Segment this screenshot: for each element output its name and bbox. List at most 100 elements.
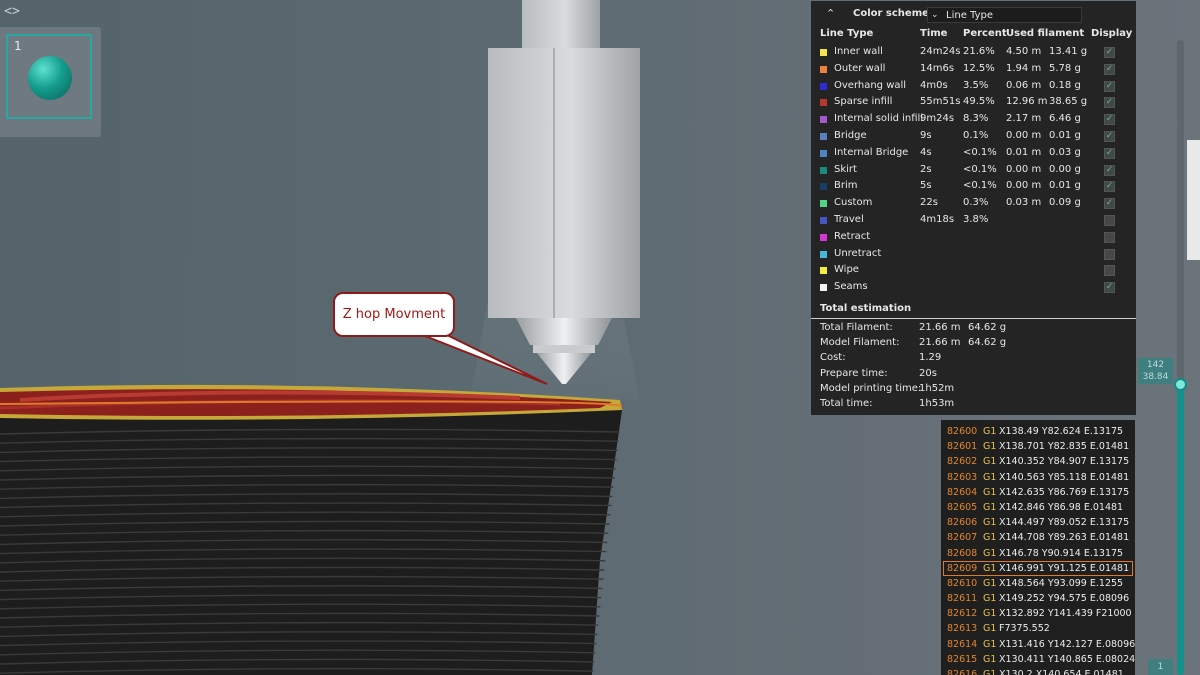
legend-rows: Inner wall 24m24s 21.6% 4.50 m 13.41 g ✓ Outer… xyxy=(811,44,1136,296)
gcode-line-number: 82603 xyxy=(947,471,978,483)
line-type-name: Sparse infill xyxy=(834,96,893,108)
color-scheme-dropdown[interactable]: ⌄ Line Type xyxy=(927,7,1082,23)
gcode-line[interactable]: 82610 G1 X148.564 Y93.099 E.1255 xyxy=(941,576,1135,591)
display-checkbox[interactable]: ✓ xyxy=(1104,248,1115,260)
line-type-percent: 49.5% xyxy=(963,96,995,108)
color-scheme-label: Color scheme xyxy=(853,8,929,19)
filament-weight: 38.65 g xyxy=(1049,96,1088,108)
display-checkbox[interactable]: ✓ xyxy=(1104,114,1115,126)
line-type-time: 4s xyxy=(920,146,932,158)
line-type-percent: 12.5% xyxy=(963,62,995,74)
gcode-line[interactable]: 82600 G1 X138.49 Y82.624 E.13175 xyxy=(941,424,1135,439)
layer-slider-track[interactable] xyxy=(1177,40,1184,385)
color-swatch xyxy=(820,132,827,140)
gcode-line[interactable]: 82602 G1 X140.352 Y84.907 E.13175 xyxy=(941,454,1135,469)
gcode-line[interactable]: 82611 G1 X149.252 Y94.575 E.08096 xyxy=(941,591,1135,606)
top-layer-label: 142 38.84 xyxy=(1138,358,1173,384)
double-chevron-up-icon[interactable]: ⌃ xyxy=(826,7,835,20)
total-value: 1.29 xyxy=(919,352,942,364)
gcode-command: G1 xyxy=(983,517,997,529)
legend-row: Custom 22s 0.3% 0.03 m 0.09 g ✓ xyxy=(811,195,1136,212)
gcode-command: G1 xyxy=(983,608,997,620)
gcode-params: X142.635 Y86.769 E.13175 xyxy=(999,486,1130,498)
color-swatch xyxy=(820,183,827,191)
gcode-params: X144.497 Y89.052 E.13175 xyxy=(999,517,1130,529)
display-checkbox[interactable]: ✓ xyxy=(1104,265,1115,277)
gcode-line[interactable]: 82606 G1 X144.497 Y89.052 E.13175 xyxy=(941,515,1135,530)
gcode-line-number: 82611 xyxy=(947,593,978,605)
line-type-percent: 21.6% xyxy=(963,46,995,57)
display-checkbox[interactable]: ✓ xyxy=(1104,47,1115,58)
display-checkbox[interactable]: ✓ xyxy=(1104,214,1115,226)
total-row: Cost: 1.29 xyxy=(811,351,1136,366)
layer-slider-upper-handle[interactable] xyxy=(1174,378,1187,391)
gcode-line[interactable]: 82607 G1 X144.708 Y89.263 E.01481 xyxy=(941,530,1135,545)
plate-list-panel: 1 xyxy=(0,27,101,137)
gcode-line-number: 82606 xyxy=(947,517,978,529)
total-label: Cost: xyxy=(820,352,846,364)
display-checkbox[interactable]: ✓ xyxy=(1104,147,1115,159)
gcode-command: G1 xyxy=(983,593,997,605)
display-checkbox[interactable]: ✓ xyxy=(1104,97,1115,109)
display-checkbox[interactable]: ✓ xyxy=(1104,130,1115,142)
line-type-percent: 8.3% xyxy=(963,113,989,125)
gcode-line-selected[interactable]: 82609 G1 X146.991 Y91.125 E.01481 xyxy=(943,560,1133,576)
line-type-name: Skirt xyxy=(834,163,857,175)
filament-length: 0.03 m xyxy=(1006,197,1042,209)
column-percent: Percent xyxy=(963,28,1007,39)
line-type-time: 5s xyxy=(920,180,932,192)
line-type-time: 9m24s xyxy=(920,113,955,125)
line-type-percent: 0.1% xyxy=(963,129,989,141)
filament-length: 0.00 m xyxy=(1006,180,1042,192)
gcode-command: G1 xyxy=(983,501,997,513)
gcode-line[interactable]: 82601 G1 X138.701 Y82.835 E.01481 xyxy=(941,439,1135,454)
gcode-line[interactable]: 82612 G1 X132.892 Y141.439 F21000 xyxy=(941,606,1135,621)
gcode-params: X148.564 Y93.099 E.1255 xyxy=(999,577,1124,589)
gcode-line[interactable]: 82613 G1 F7375.552 xyxy=(941,621,1135,636)
3d-preview-viewport[interactable]: <> 1 Z hop Movment ⌃ Color scheme ⌄ Line… xyxy=(0,0,1200,675)
color-scheme-legend: ⌃ Color scheme ⌄ Line Type Line Type Tim… xyxy=(811,1,1136,415)
gcode-params: X146.991 Y91.125 E.01481 xyxy=(999,562,1130,574)
expand-sidebar-button[interactable]: <> xyxy=(2,2,22,22)
display-checkbox[interactable]: ✓ xyxy=(1104,231,1115,243)
line-type-time: 14m6s xyxy=(920,62,955,74)
gcode-line[interactable]: 82608 G1 X146.78 Y90.914 E.13175 xyxy=(941,546,1135,561)
layer-slider-range[interactable] xyxy=(1177,383,1184,675)
gcode-params: X142.846 Y86.98 E.01481 xyxy=(999,501,1124,513)
gcode-command: G1 xyxy=(983,562,997,574)
gcode-params: X138.701 Y82.835 E.01481 xyxy=(999,441,1130,453)
total-row: Total time: 1h53m xyxy=(811,397,1136,412)
gcode-line[interactable]: 82604 G1 X142.635 Y86.769 E.13175 xyxy=(941,485,1135,500)
gcode-command: G1 xyxy=(983,471,997,483)
gcode-line[interactable]: 82616 G1 X130.2 X140.654 E.01481 xyxy=(941,667,1135,675)
gcode-line-number: 82608 xyxy=(947,547,978,559)
filament-weight: 0.03 g xyxy=(1049,146,1081,158)
display-checkbox[interactable]: ✓ xyxy=(1104,282,1115,294)
gcode-command: G1 xyxy=(983,456,997,468)
line-type-name: Wipe xyxy=(834,264,859,276)
gcode-line[interactable]: 82615 G1 X130.411 Y140.865 E.08024 xyxy=(941,652,1135,667)
filament-weight: 0.18 g xyxy=(1049,79,1081,91)
gcode-line[interactable]: 82605 G1 X142.846 Y86.98 E.01481 xyxy=(941,500,1135,515)
display-checkbox[interactable]: ✓ xyxy=(1104,181,1115,193)
plate-number: 1 xyxy=(14,39,22,53)
filament-length: 0.00 m xyxy=(1006,129,1042,141)
gcode-viewer[interactable]: 82600 G1 X138.49 Y82.624 E.13175 82601 G1 X13… xyxy=(941,420,1135,675)
line-type-time: 55m51s xyxy=(920,96,961,108)
line-type-name: Seams xyxy=(834,281,868,293)
gcode-line[interactable]: 82614 G1 X131.416 Y142.127 E.08096 xyxy=(941,637,1135,652)
gcode-params: X138.49 Y82.624 E.13175 xyxy=(999,426,1124,437)
filament-weight: 6.46 g xyxy=(1049,113,1081,125)
total-label: Model printing time: xyxy=(820,382,922,394)
display-checkbox[interactable]: ✓ xyxy=(1104,164,1115,176)
gcode-line[interactable]: 82603 G1 X140.563 Y85.118 E.01481 xyxy=(941,470,1135,485)
display-checkbox[interactable]: ✓ xyxy=(1104,198,1115,210)
gcode-command: G1 xyxy=(983,532,997,544)
line-type-name: Custom xyxy=(834,197,873,209)
gcode-line-number: 82604 xyxy=(947,486,978,498)
display-checkbox[interactable]: ✓ xyxy=(1104,63,1115,75)
color-swatch xyxy=(820,233,827,241)
color-swatch xyxy=(820,65,827,73)
plate-thumbnail[interactable]: 1 xyxy=(6,34,92,119)
display-checkbox[interactable]: ✓ xyxy=(1104,80,1115,92)
